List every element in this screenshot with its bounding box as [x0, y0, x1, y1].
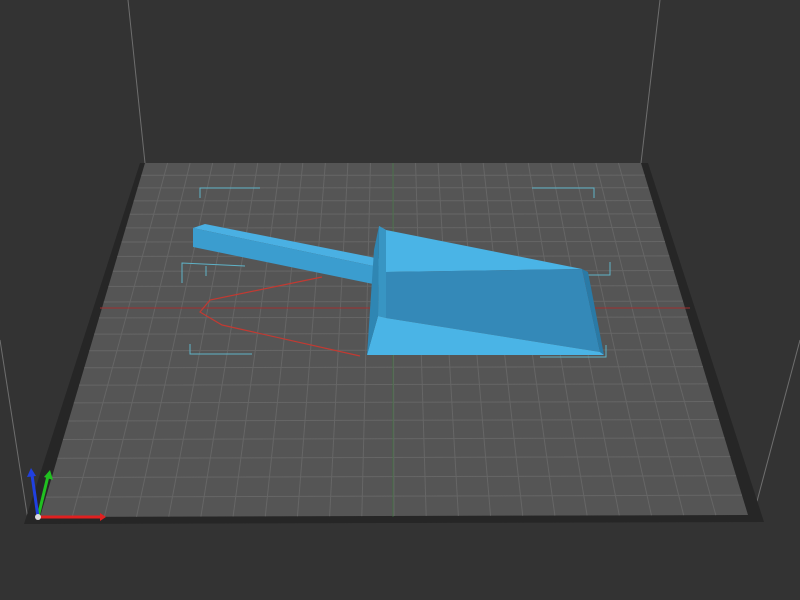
build-plate-scene[interactable]: [0, 0, 800, 600]
scoop-left-wall: [378, 226, 386, 318]
3d-viewport[interactable]: [0, 0, 800, 600]
axis-origin: [35, 514, 41, 520]
